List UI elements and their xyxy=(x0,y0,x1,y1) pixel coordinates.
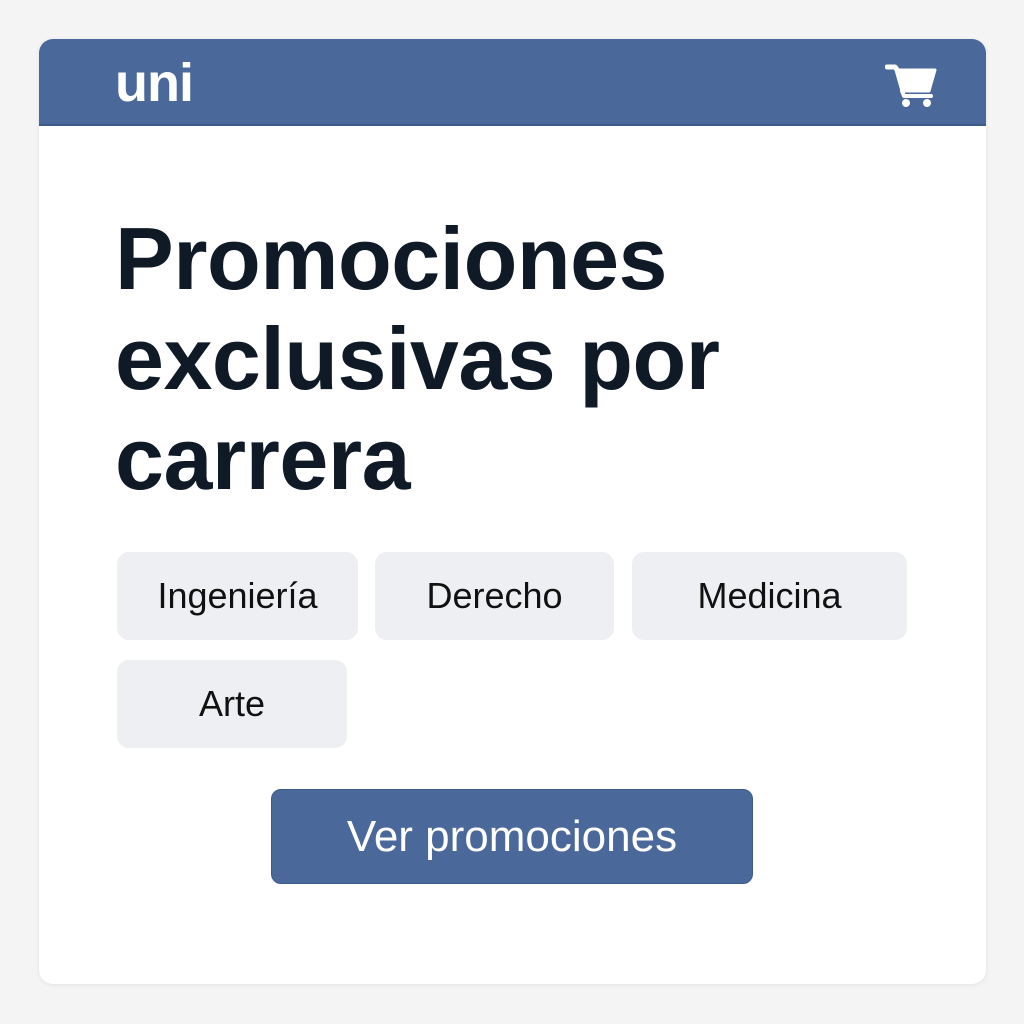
promo-card: uni Promociones exclusivas por carrera I… xyxy=(39,39,986,984)
career-chip-arte[interactable]: Arte xyxy=(117,660,347,748)
page-title: Promociones exclusivas por carrera xyxy=(115,209,720,508)
cart-icon xyxy=(884,64,937,107)
career-chip-medicina[interactable]: Medicina xyxy=(632,552,907,640)
career-chip-ingenieria[interactable]: Ingeniería xyxy=(117,552,358,640)
cart-button[interactable] xyxy=(884,61,939,109)
view-promotions-button[interactable]: Ver promociones xyxy=(271,789,753,884)
logo[interactable]: uni xyxy=(115,51,194,115)
career-chip-derecho[interactable]: Derecho xyxy=(375,552,614,640)
app-header: uni xyxy=(39,39,986,126)
